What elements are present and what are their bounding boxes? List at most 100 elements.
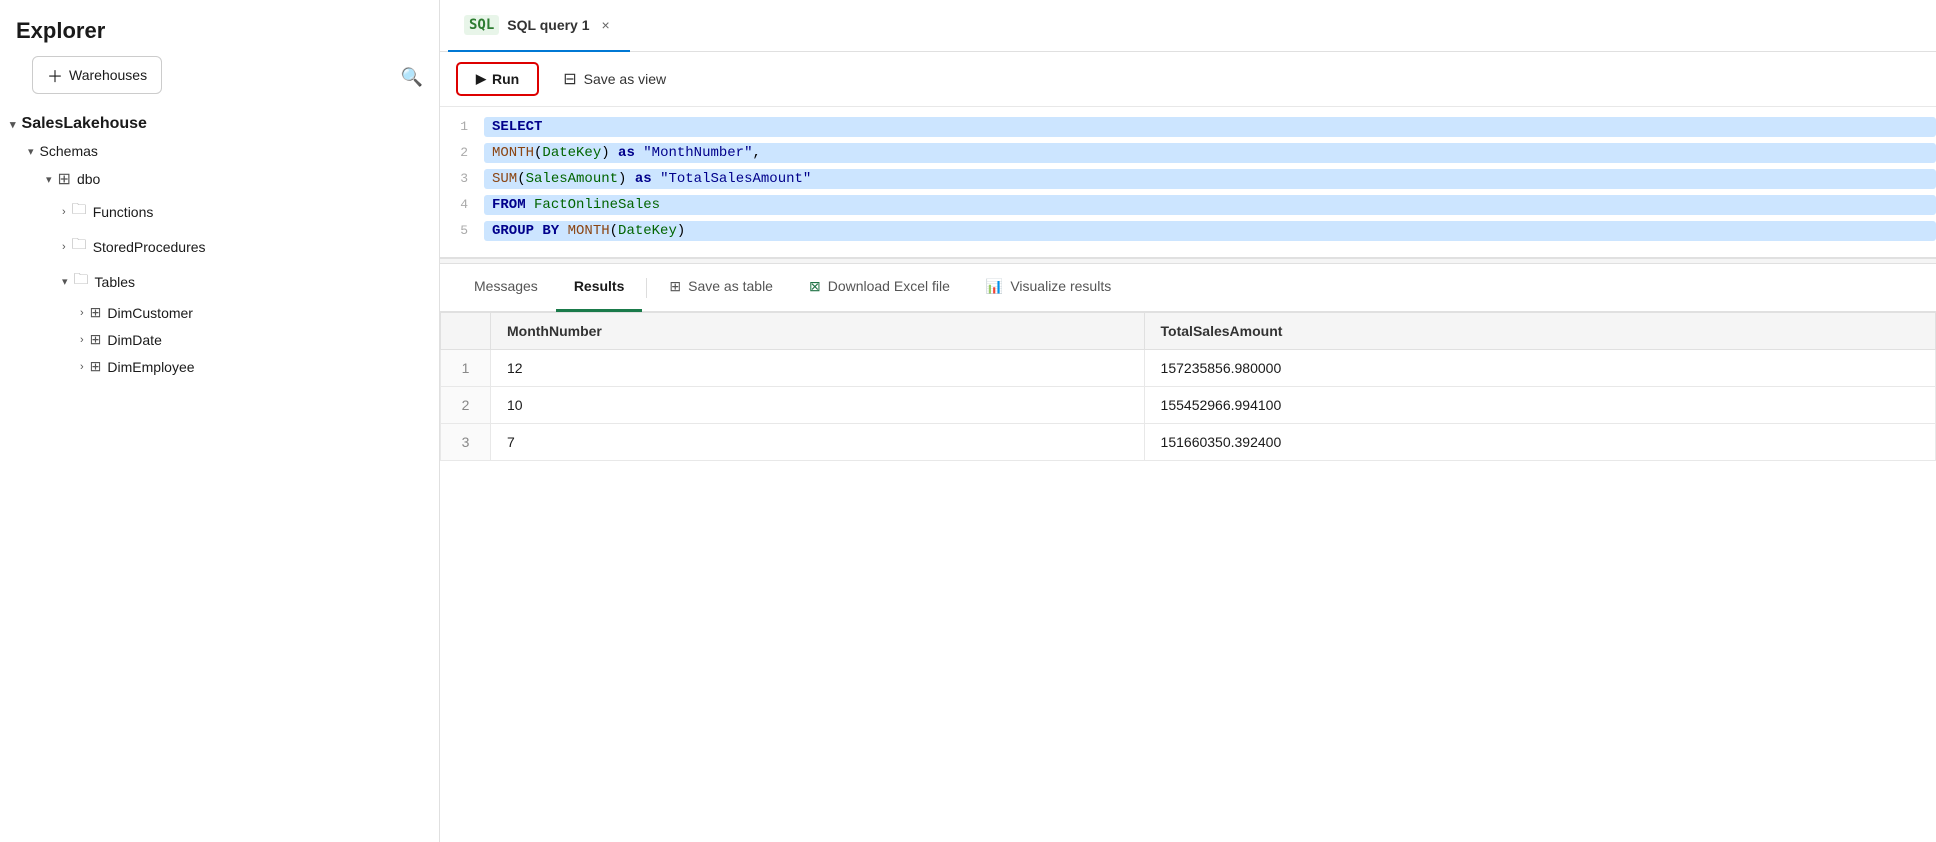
warehouses-button[interactable]: ＋ Warehouses [32, 56, 162, 94]
function-token: SUM [492, 171, 517, 187]
explorer-tree: ▾ SalesLakehouse ▾ Schemas ▾ ⊞ dbo › 🗀 F… [0, 110, 439, 380]
chevron-icon: › [62, 241, 66, 253]
tree-label: Functions [93, 204, 154, 220]
code-line-1: 1 SELECT [440, 117, 1936, 143]
cell-amount: 155452966.994100 [1144, 387, 1935, 424]
tree-item-dimcustomer[interactable]: › ⊞ DimCustomer [0, 299, 439, 326]
identifier-token: SalesAmount [526, 171, 618, 187]
results-panel: Messages Results ⊞ Save as table ⊠ Downl… [440, 264, 1936, 842]
run-label: Run [492, 71, 519, 87]
identifier-token: FactOnlineSales [534, 197, 660, 213]
plain-token: ( [610, 223, 618, 239]
play-icon: ▶ [476, 71, 486, 87]
chevron-icon: › [80, 307, 84, 319]
results-table-container: MonthNumber TotalSalesAmount 1 12 157235… [440, 312, 1936, 842]
tree-item-dbo[interactable]: ▾ ⊞ dbo [0, 164, 439, 194]
visualize-label: Visualize results [1010, 278, 1111, 294]
cell-rownum: 1 [441, 350, 491, 387]
code-line-5: 5 GROUP BY MONTH(DateKey) [440, 221, 1936, 247]
cell-amount: 157235856.980000 [1144, 350, 1935, 387]
results-label: Results [574, 278, 625, 294]
plain-token [526, 197, 534, 213]
code-editor[interactable]: 1 SELECT 2 MONTH(DateKey) as "MonthNumbe… [440, 107, 1936, 258]
plain-token: ) [618, 171, 635, 187]
search-icon: 🔍 [401, 67, 423, 87]
table-row: 1 12 157235856.980000 [441, 350, 1936, 387]
tab-label: SQL query 1 [507, 17, 589, 33]
line-code: MONTH(DateKey) as "MonthNumber", [484, 143, 1936, 163]
line-code: SUM(SalesAmount) as "TotalSalesAmount" [484, 169, 1936, 189]
col-header-rownum [441, 313, 491, 350]
line-code: FROM FactOnlineSales [484, 195, 1936, 215]
sidebar: Explorer ＋ Warehouses 🔍 ▾ SalesLakehouse… [0, 0, 440, 842]
tree-label: DimDate [107, 332, 161, 348]
string-token: "TotalSalesAmount" [660, 171, 811, 187]
download-excel-label: Download Excel file [828, 278, 950, 294]
cell-month: 7 [491, 424, 1145, 461]
tree-item-storedprocedures[interactable]: › 🗀 StoredProcedures [0, 229, 439, 264]
excel-icon: ⊠ [809, 278, 821, 295]
table-icon: ⊞ [90, 304, 102, 321]
keyword-token: GROUP BY [492, 223, 559, 239]
save-table-label: Save as table [688, 278, 773, 294]
code-line-4: 4 FROM FactOnlineSales [440, 195, 1936, 221]
tab-download-excel[interactable]: ⊠ Download Excel file [791, 264, 968, 312]
identifier-token: DateKey [542, 145, 601, 161]
line-code: GROUP BY MONTH(DateKey) [484, 221, 1936, 241]
plain-token: ) [677, 223, 685, 239]
tree-item-functions[interactable]: › 🗀 Functions [0, 194, 439, 229]
keyword-token: as [618, 145, 635, 161]
tree-label: dbo [77, 171, 100, 187]
plus-icon: ＋ [47, 63, 63, 87]
tree-item-dimemployee[interactable]: › ⊞ DimEmployee [0, 353, 439, 380]
code-line-3: 3 SUM(SalesAmount) as "TotalSalesAmount" [440, 169, 1936, 195]
save-view-icon: ⊟ [563, 69, 576, 89]
explorer-title: Explorer [0, 0, 439, 52]
tab-bar: SQL SQL query 1 × [440, 0, 1936, 52]
plain-token: ) [601, 145, 618, 161]
save-as-view-button[interactable]: ⊟ Save as view [547, 62, 682, 96]
search-button[interactable]: 🔍 [401, 67, 423, 88]
tree-item-dimdate[interactable]: › ⊞ DimDate [0, 326, 439, 353]
string-token: "MonthNumber" [643, 145, 752, 161]
table-row: 3 7 151660350.392400 [441, 424, 1936, 461]
folder-icon: 🗀 [72, 199, 87, 224]
keyword-token: as [635, 171, 652, 187]
function-token: MONTH [568, 223, 610, 239]
tree-item-saleslakehouse[interactable]: ▾ SalesLakehouse [0, 110, 439, 138]
keyword-token: FROM [492, 197, 526, 213]
tree-label: Schemas [40, 143, 98, 159]
chevron-icon: ▾ [46, 173, 52, 186]
line-number: 4 [440, 197, 484, 212]
line-number: 2 [440, 145, 484, 160]
line-code: SELECT [484, 117, 1936, 137]
plain-token [635, 145, 643, 161]
tree-item-schemas[interactable]: ▾ Schemas [0, 138, 439, 164]
tab-visualize-results[interactable]: 📊 Visualize results [968, 264, 1129, 312]
chevron-icon: ▾ [10, 118, 16, 131]
line-number: 1 [440, 119, 484, 134]
tab-save-as-table[interactable]: ⊞ Save as table [651, 264, 791, 312]
toolbar: ▶ Run ⊟ Save as view [440, 52, 1936, 107]
tab-results[interactable]: Results [556, 264, 643, 312]
chevron-icon: ▾ [62, 275, 68, 288]
line-number: 5 [440, 223, 484, 238]
chevron-icon: › [80, 361, 84, 373]
tab-sql-query-1[interactable]: SQL SQL query 1 × [448, 0, 630, 52]
tree-item-tables[interactable]: ▾ 🗀 Tables [0, 264, 439, 299]
plain-token: , [752, 145, 760, 161]
tab-messages[interactable]: Messages [456, 264, 556, 312]
folder-icon: 🗀 [74, 269, 89, 294]
cell-rownum: 2 [441, 387, 491, 424]
messages-label: Messages [474, 278, 538, 294]
keyword: SELECT [492, 119, 542, 135]
tree-label: SalesLakehouse [22, 115, 147, 133]
cell-rownum: 3 [441, 424, 491, 461]
tree-label: StoredProcedures [93, 239, 206, 255]
tab-close-button[interactable]: × [598, 15, 614, 35]
schema-icon: ⊞ [58, 169, 71, 189]
run-button[interactable]: ▶ Run [456, 62, 539, 96]
results-tab-bar: Messages Results ⊞ Save as table ⊠ Downl… [440, 264, 1936, 312]
chevron-icon: ▾ [28, 145, 34, 158]
results-table-body: 1 12 157235856.980000 2 10 155452966.994… [441, 350, 1936, 461]
